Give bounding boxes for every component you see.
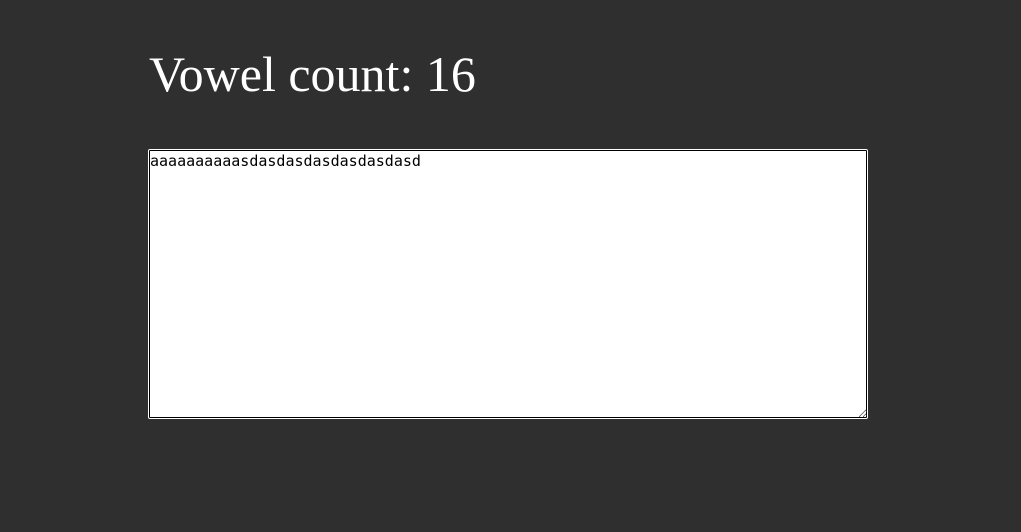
vowel-count-label: Vowel count: — [149, 46, 414, 102]
vowel-count-heading: Vowel count: 16 — [149, 44, 476, 104]
text-input[interactable]: aaaaaaaaaasdasdasdasdasdasdasd — [148, 149, 868, 419]
page: Vowel count: 16 aaaaaaaaaasdasdasdasdasd… — [0, 0, 1021, 532]
vowel-count-value: 16 — [425, 46, 476, 102]
